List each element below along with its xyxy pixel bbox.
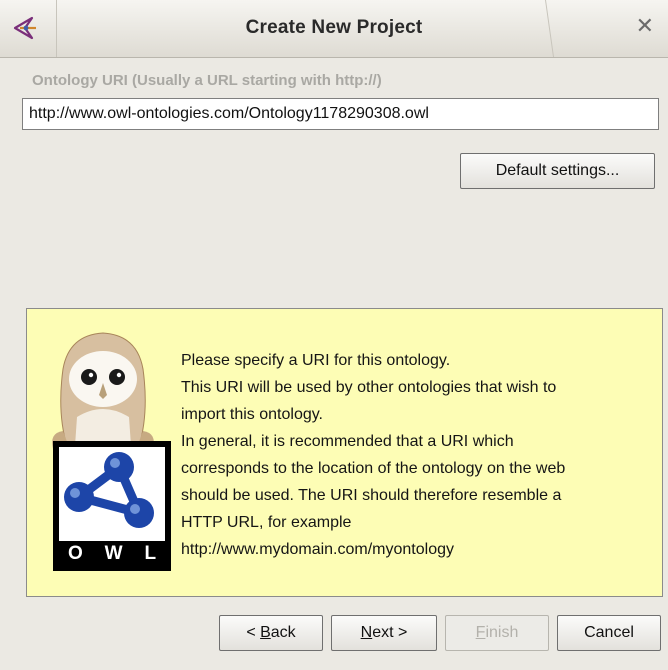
back-label: < Back bbox=[220, 616, 322, 650]
next-button[interactable]: Next > bbox=[331, 615, 437, 651]
owl-logo-emblem bbox=[59, 447, 165, 541]
default-settings-button[interactable]: Default settings... bbox=[460, 153, 655, 189]
finish-label: Finish bbox=[446, 616, 548, 650]
info-line: corresponds to the location of the ontol… bbox=[181, 460, 566, 477]
default-settings-label: Default settings... bbox=[495, 162, 620, 179]
ontology-uri-input[interactable] bbox=[22, 98, 659, 130]
owl-mascot-image bbox=[52, 332, 154, 449]
title-bar[interactable]: Create New Project ✕ bbox=[0, 0, 668, 58]
owl-logo-text: O W L bbox=[57, 541, 167, 567]
owl-letter: L bbox=[144, 543, 157, 564]
finish-label-rest: inish bbox=[485, 624, 519, 641]
info-text: Please specify a URI for this ontology. … bbox=[181, 347, 641, 563]
next-label-rest: ext > bbox=[372, 624, 408, 641]
owl-letter: O bbox=[67, 543, 83, 564]
owl-letter: W bbox=[104, 543, 123, 564]
finish-mnemonic: F bbox=[475, 624, 486, 641]
owl-mascot-logo: O W L bbox=[39, 321, 171, 571]
info-line: Please specify a URI for this ontology. bbox=[181, 352, 451, 369]
close-icon[interactable]: ✕ bbox=[636, 15, 654, 37]
next-label: Next > bbox=[332, 616, 436, 650]
back-mnemonic: B bbox=[260, 624, 271, 641]
next-mnemonic: N bbox=[360, 624, 373, 641]
info-line: http://www.mydomain.com/myontology bbox=[181, 541, 454, 558]
back-label-rest: ack bbox=[270, 624, 296, 641]
back-label-prefix: < bbox=[246, 624, 261, 641]
info-line: This URI will be used by other ontologie… bbox=[181, 379, 557, 396]
create-project-dialog: Create New Project ✕ Ontology URI (Usual… bbox=[0, 0, 668, 670]
info-panel: O W L Please specify a URI for this onto… bbox=[26, 308, 663, 597]
info-line: import this ontology. bbox=[181, 406, 323, 423]
cancel-button[interactable]: Cancel bbox=[557, 615, 661, 651]
info-line: HTTP URL, for example bbox=[181, 514, 352, 531]
owl-logo: O W L bbox=[53, 441, 171, 571]
cancel-label: Cancel bbox=[584, 624, 634, 641]
info-line: should be used. The URI should therefore… bbox=[181, 487, 562, 504]
ontology-uri-label: Ontology URI (Usually a URL starting wit… bbox=[32, 72, 382, 89]
dialog-title: Create New Project bbox=[245, 17, 423, 38]
back-button[interactable]: < Back bbox=[219, 615, 323, 651]
info-line: In general, it is recommended that a URI… bbox=[181, 433, 514, 450]
finish-button[interactable]: Finish bbox=[445, 615, 549, 651]
